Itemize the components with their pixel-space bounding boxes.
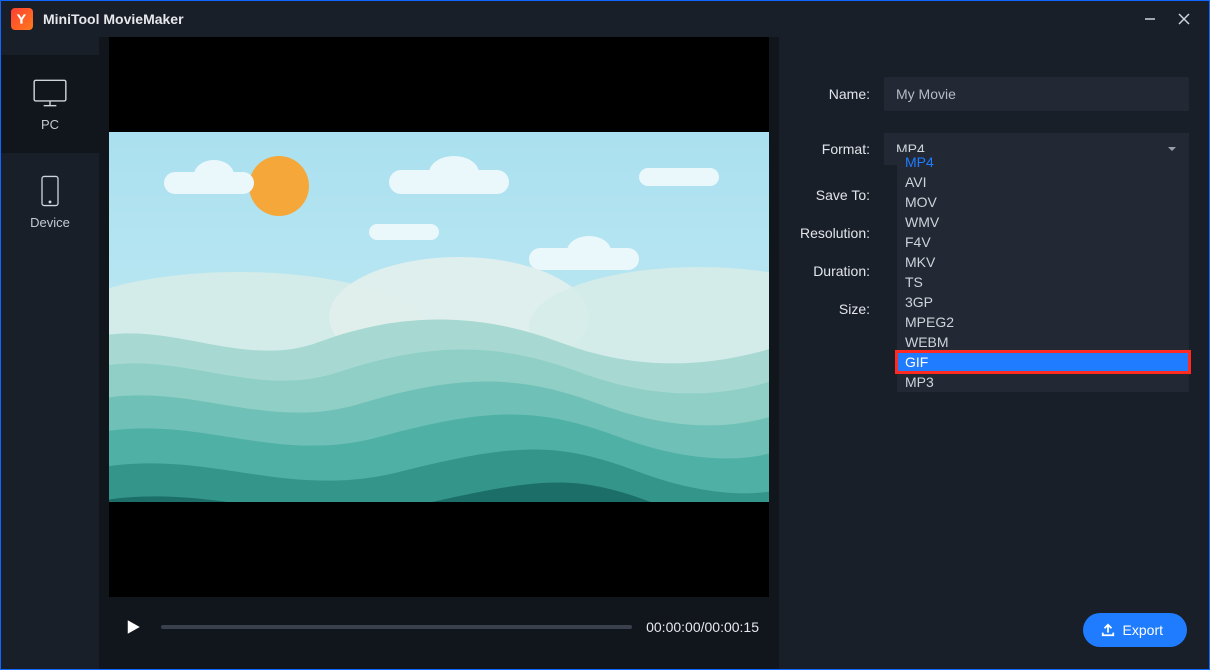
- scene-cloud: [639, 168, 719, 186]
- resolution-label: Resolution:: [799, 225, 884, 241]
- video-preview: [109, 37, 769, 597]
- scene-cloud: [164, 172, 254, 194]
- format-option-mkv[interactable]: MKV: [897, 252, 1189, 272]
- format-option-mpeg2[interactable]: MPEG2: [897, 312, 1189, 332]
- logo-icon: [15, 12, 29, 26]
- app-logo: [11, 8, 33, 30]
- pc-icon: [31, 77, 69, 109]
- app-window: MiniTool MovieMaker PC: [0, 0, 1210, 670]
- play-button[interactable]: [119, 613, 147, 641]
- minimize-icon: [1144, 13, 1156, 25]
- format-option-gif[interactable]: GIF: [897, 352, 1189, 372]
- device-icon: [31, 175, 69, 207]
- seek-bar[interactable]: [161, 625, 632, 629]
- name-label: Name:: [799, 86, 884, 102]
- format-option-ts[interactable]: TS: [897, 272, 1189, 292]
- close-button[interactable]: [1167, 5, 1201, 33]
- current-time: 00:00:00: [646, 619, 701, 635]
- sidebar-item-label: PC: [41, 117, 59, 132]
- format-option-mp4[interactable]: MP4: [897, 152, 1189, 172]
- sidebar-item-pc[interactable]: PC: [1, 55, 99, 153]
- format-label: Format:: [799, 141, 884, 157]
- player-controls: 00:00:00/00:00:15: [109, 597, 769, 657]
- sidebar-item-label: Device: [30, 215, 70, 230]
- preview-panel: 00:00:00/00:00:15: [99, 37, 779, 669]
- format-option-avi[interactable]: AVI: [897, 172, 1189, 192]
- format-option-webm[interactable]: WEBM: [897, 332, 1189, 352]
- sidebar-item-device[interactable]: Device: [1, 153, 99, 251]
- scene-sun: [249, 156, 309, 216]
- export-panel: Name: Format: MP4 Save To: Resolution: D…: [779, 37, 1209, 669]
- scene-cloud: [529, 248, 639, 270]
- main-area: PC Device: [1, 37, 1209, 669]
- export-button-label: Export: [1123, 622, 1163, 638]
- total-time: 00:00:15: [705, 619, 760, 635]
- scene-cloud: [389, 170, 509, 194]
- duration-label: Duration:: [799, 263, 884, 279]
- sidebar: PC Device: [1, 37, 99, 669]
- saveto-label: Save To:: [799, 187, 884, 203]
- name-input[interactable]: [884, 77, 1189, 111]
- format-option-mp3[interactable]: MP3: [897, 372, 1189, 392]
- timecode: 00:00:00/00:00:15: [646, 619, 759, 635]
- play-icon: [124, 618, 142, 636]
- size-label: Size:: [799, 301, 884, 317]
- app-title: MiniTool MovieMaker: [43, 11, 184, 27]
- format-option-f4v[interactable]: F4V: [897, 232, 1189, 252]
- export-button[interactable]: Export: [1083, 613, 1187, 647]
- close-icon: [1178, 13, 1190, 25]
- format-option-wmv[interactable]: WMV: [897, 212, 1189, 232]
- preview-frame: [109, 132, 769, 502]
- titlebar: MiniTool MovieMaker: [1, 1, 1209, 37]
- form-row-name: Name:: [799, 77, 1189, 111]
- minimize-button[interactable]: [1133, 5, 1167, 33]
- scene-cloud: [369, 224, 439, 240]
- format-option-3gp[interactable]: 3GP: [897, 292, 1189, 312]
- export-icon: [1101, 623, 1115, 637]
- format-dropdown[interactable]: MP4AVIMOVWMVF4VMKVTS3GPMPEG2WEBMGIFMP3: [897, 152, 1189, 392]
- format-option-mov[interactable]: MOV: [897, 192, 1189, 212]
